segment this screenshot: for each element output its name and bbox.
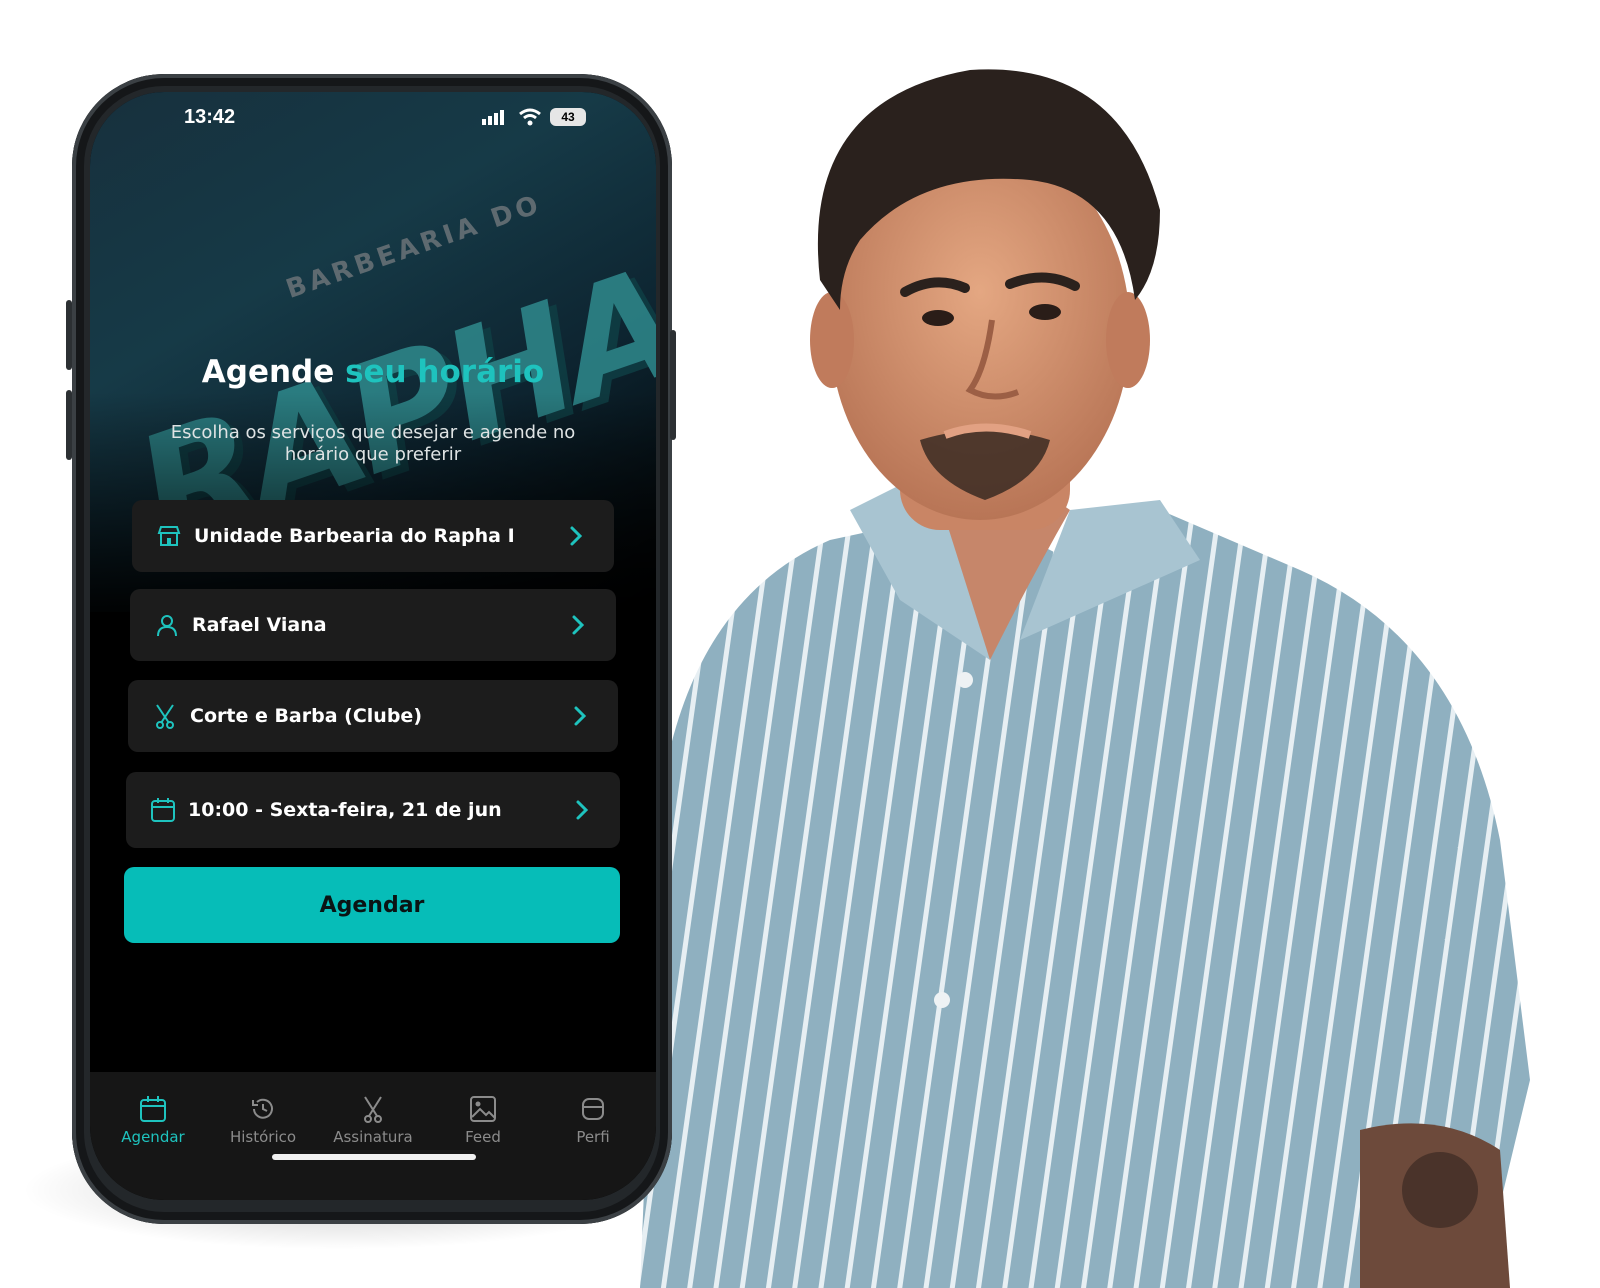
- unit-label: Unidade Barbearia do Rapha I: [194, 525, 515, 547]
- chevron-right-icon: [566, 702, 594, 730]
- status-icons: 43: [482, 106, 586, 128]
- tab-label: Histórico: [229, 1128, 297, 1146]
- datetime-label: 10:00 - Sexta-feira, 21 de jun: [188, 799, 502, 821]
- calendar-icon: [98, 1094, 208, 1124]
- image-icon: [428, 1094, 538, 1124]
- scissors-icon: [318, 1094, 428, 1124]
- tab-label: Assinatura: [333, 1128, 413, 1146]
- power-button: [670, 330, 676, 440]
- user-icon: [152, 610, 182, 640]
- calendar-icon: [148, 795, 178, 825]
- unit-selector[interactable]: Unidade Barbearia do Rapha I: [132, 500, 614, 572]
- page-subtitle: Escolha os serviços que desejar e agende…: [170, 422, 576, 465]
- tab-historico[interactable]: Histórico: [208, 1094, 318, 1146]
- tab-feed[interactable]: Feed: [428, 1094, 538, 1146]
- home-indicator: [272, 1154, 476, 1160]
- tab-agendar[interactable]: Agendar: [98, 1094, 208, 1146]
- title-accent: seu horário: [345, 354, 545, 390]
- chevron-right-icon: [568, 796, 596, 824]
- tab-label: Feed: [465, 1128, 501, 1146]
- tab-label: Agendar: [121, 1128, 185, 1146]
- datetime-selector[interactable]: 10:00 - Sexta-feira, 21 de jun: [126, 772, 620, 848]
- wifi-icon: [519, 108, 541, 126]
- signal-icon: [482, 110, 504, 125]
- volume-button: [66, 390, 72, 460]
- tab-assinatura[interactable]: Assinatura: [318, 1094, 428, 1146]
- history-icon: [208, 1094, 318, 1124]
- status-time: 13:42: [184, 106, 236, 128]
- barber-label: Rafael Viana: [192, 614, 327, 636]
- battery-indicator: 43: [550, 108, 586, 126]
- chevron-right-icon: [564, 611, 592, 639]
- barber-selector[interactable]: Rafael Viana: [130, 589, 616, 661]
- volume-button: [66, 300, 72, 370]
- service-label: Corte e Barba (Clube): [190, 705, 422, 727]
- store-icon: [154, 521, 184, 551]
- title-main: Agende: [201, 354, 335, 390]
- tab-perfil[interactable]: Perfi: [538, 1094, 648, 1146]
- app-screen: BARBEARIA DO RAPHA 13:42 43 Agende seu h…: [90, 92, 656, 1200]
- service-selector[interactable]: Corte e Barba (Clube): [128, 680, 618, 752]
- tab-label: Perfi: [576, 1128, 610, 1146]
- chevron-right-icon: [562, 522, 590, 550]
- schedule-button[interactable]: Agendar: [124, 867, 620, 943]
- model-photo: [640, 69, 1530, 1288]
- profile-icon: [538, 1094, 648, 1124]
- scissors-icon: [150, 701, 180, 731]
- bottom-tab-bar: Agendar Histórico Assinatura Feed Perfi: [90, 1072, 656, 1200]
- page-title: Agende seu horário: [90, 354, 656, 390]
